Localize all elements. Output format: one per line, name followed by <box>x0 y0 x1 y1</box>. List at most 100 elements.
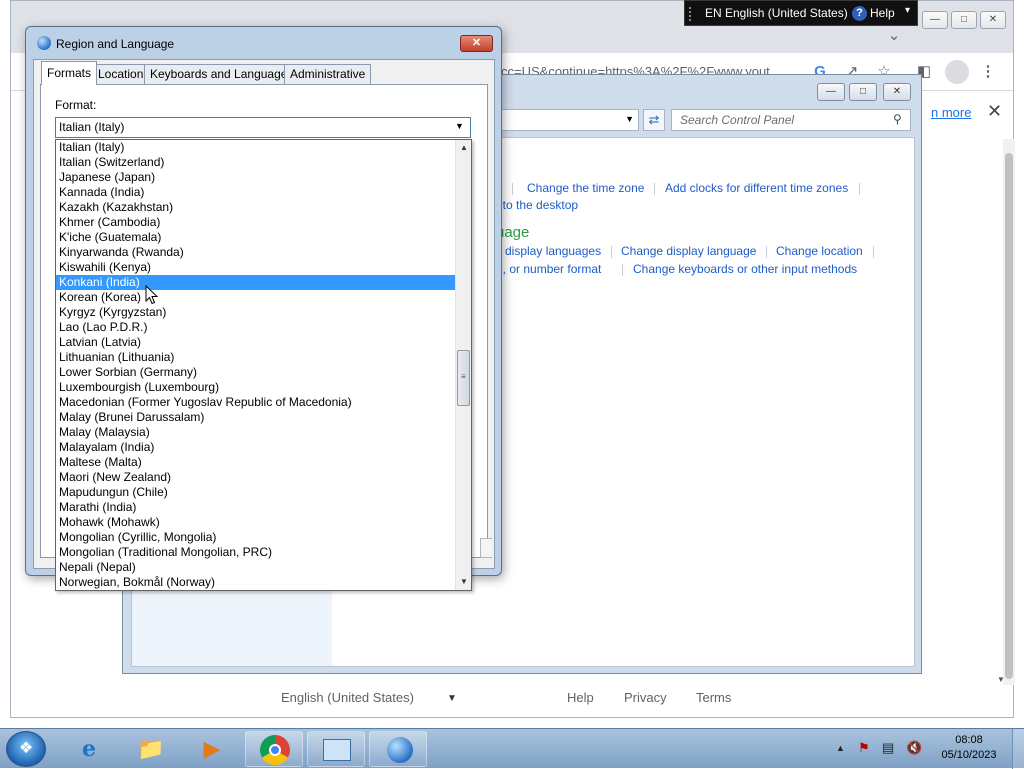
install-display-languages-link[interactable]: display languages <box>505 244 601 258</box>
input-language[interactable]: EN English (United States) <box>705 6 848 20</box>
format-option[interactable]: Mongolian (Cyrillic, Mongolia) <box>56 530 455 545</box>
format-option[interactable]: Kazakh (Kazakhstan) <box>56 200 455 215</box>
footer-help-link[interactable]: Help <box>567 690 594 705</box>
add-clocks-link[interactable]: Add clocks for different time zones <box>665 181 848 195</box>
show-hidden-icons[interactable]: ▲ <box>836 743 845 753</box>
chrome-window-controls: — □ ✕ <box>919 11 1006 29</box>
refresh-icon[interactable]: ⇄ <box>643 109 665 131</box>
network-icon[interactable]: ▤ <box>882 740 894 756</box>
format-option[interactable]: Konkani (India) <box>56 275 455 290</box>
format-option[interactable]: Malay (Brunei Darussalam) <box>56 410 455 425</box>
format-option[interactable]: Maltese (Malta) <box>56 455 455 470</box>
tab-keyboards-and-languages[interactable]: Keyboards and Languages <box>144 64 300 84</box>
chevron-down-icon[interactable]: ▼ <box>447 693 457 704</box>
minimize-button[interactable]: — <box>922 11 948 29</box>
taskbar-control-panel[interactable] <box>307 731 365 767</box>
dialog-title: Region and Language <box>56 37 175 51</box>
scroll-down-icon[interactable]: ▼ <box>456 574 472 590</box>
search-input[interactable]: Search Control Panel <box>671 109 911 131</box>
taskbar-media-player[interactable]: ▶ <box>183 731 241 767</box>
format-option[interactable]: Kannada (India) <box>56 185 455 200</box>
format-option[interactable]: Italian (Switzerland) <box>56 155 455 170</box>
tray-clock[interactable]: 08:08 05/10/2023 <box>938 733 1000 763</box>
learn-more-link[interactable]: n more <box>931 105 971 120</box>
format-option[interactable]: Italian (Italy) <box>56 140 455 155</box>
tab-formats[interactable]: Formats <box>41 61 98 85</box>
minimize-button[interactable]: — <box>817 83 845 101</box>
taskbar-region-language[interactable] <box>369 731 427 767</box>
chevron-down-icon[interactable]: ▼ <box>455 121 464 131</box>
format-option[interactable]: Luxembourgish (Luxembourg) <box>56 380 455 395</box>
format-option[interactable]: Maori (New Zealand) <box>56 470 455 485</box>
drag-handle[interactable] <box>689 7 697 21</box>
help-icon[interactable]: ? <box>852 6 867 21</box>
format-option[interactable]: Lao (Lao P.D.R.) <box>56 320 455 335</box>
folder-icon: 📁 <box>137 736 165 761</box>
chevron-down-icon[interactable]: ▾ <box>905 5 910 16</box>
tab-administrative[interactable]: Administrative <box>284 64 372 84</box>
format-select[interactable]: Italian (Italy) <box>55 117 471 138</box>
format-option[interactable]: Latvian (Latvia) <box>56 335 455 350</box>
scroll-down-icon[interactable]: ▼ <box>997 675 1005 684</box>
format-option[interactable]: Mohawk (Mohawk) <box>56 515 455 530</box>
change-keyboards-link[interactable]: Change keyboards or other input methods <box>633 262 857 276</box>
start-button[interactable]: ❖ <box>6 731 46 767</box>
taskbar-ie[interactable]: e <box>60 731 118 767</box>
dropdown-scrollbar[interactable]: ▲ ≡ ▼ <box>455 140 471 590</box>
format-option[interactable]: Nepali (Nepal) <box>56 560 455 575</box>
menu-icon[interactable]: ⋮ <box>977 61 999 83</box>
action-center-icon[interactable]: ⚑ <box>858 740 870 756</box>
format-option[interactable]: Marathi (India) <box>56 500 455 515</box>
close-icon[interactable]: ✕ <box>987 101 1002 122</box>
format-option[interactable]: Lower Sorbian (Germany) <box>56 365 455 380</box>
maximize-button[interactable]: □ <box>849 83 877 101</box>
change-date-format-link[interactable]: e, or number format <box>496 262 601 276</box>
footer-terms-link[interactable]: Terms <box>696 690 731 705</box>
separator <box>654 183 655 195</box>
format-option[interactable]: Japanese (Japan) <box>56 170 455 185</box>
separator <box>611 246 612 258</box>
avatar[interactable] <box>945 60 969 84</box>
volume-muted-icon[interactable]: 🔇 <box>906 740 922 756</box>
footer-language[interactable]: English (United States) <box>281 690 414 705</box>
close-button[interactable]: ✕ <box>460 35 493 52</box>
desktop-clock-link[interactable]: t to the desktop <box>496 198 578 212</box>
format-option[interactable]: Norwegian, Bokmål (Norway) <box>56 575 455 590</box>
dialog-button-partial[interactable] <box>480 538 492 558</box>
globe-icon <box>37 36 51 50</box>
maximize-button[interactable]: □ <box>951 11 977 29</box>
change-time-zone-link[interactable]: Change the time zone <box>527 181 644 195</box>
format-option[interactable]: Korean (Korea) <box>56 290 455 305</box>
format-option[interactable]: Malayalam (India) <box>56 440 455 455</box>
media-player-icon: ▶ <box>203 736 221 761</box>
format-option[interactable]: K'iche (Guatemala) <box>56 230 455 245</box>
format-dropdown-list[interactable]: Italian (Italy) Italian (Switzerland) Japa… <box>55 139 472 591</box>
scroll-up-icon[interactable]: ▲ <box>456 140 472 156</box>
tab-location[interactable]: Location <box>92 64 150 84</box>
format-option[interactable]: Khmer (Cambodia) <box>56 215 455 230</box>
footer-privacy-link[interactable]: Privacy <box>624 690 667 705</box>
format-option[interactable]: Lithuanian (Lithuania) <box>56 350 455 365</box>
format-option[interactable]: Mongolian (Traditional Mongolian, PRC) <box>56 545 455 560</box>
close-button[interactable]: ✕ <box>883 83 911 101</box>
format-option[interactable]: Kinyarwanda (Rwanda) <box>56 245 455 260</box>
change-location-link[interactable]: Change location <box>776 244 863 258</box>
format-option[interactable]: Mapudungun (Chile) <box>56 485 455 500</box>
format-option[interactable]: Kiswahili (Kenya) <box>56 260 455 275</box>
show-desktop-button[interactable] <box>1012 729 1024 769</box>
taskbar: ❖ e 📁 ▶ ▲ ⚑ ▤ 🔇 08:08 05/10/2023 <box>0 728 1024 769</box>
language-bar-help[interactable]: Help <box>870 6 895 20</box>
address-bar[interactable]: ▼ <box>501 109 639 131</box>
chevron-down-icon[interactable]: ⌄ <box>883 25 905 47</box>
close-button[interactable]: ✕ <box>980 11 1006 29</box>
change-display-language-link[interactable]: Change display language <box>621 244 756 258</box>
taskbar-explorer[interactable]: 📁 <box>122 731 180 767</box>
format-option[interactable]: Kyrgyz (Kyrgyzstan) <box>56 305 455 320</box>
format-option[interactable]: Macedonian (Former Yugoslav Republic of … <box>56 395 455 410</box>
format-option[interactable]: Malay (Malaysia) <box>56 425 455 440</box>
scrollbar-thumb[interactable] <box>1005 153 1013 679</box>
taskbar-chrome[interactable] <box>245 731 303 767</box>
search-icon[interactable]: ⚲ <box>893 112 902 126</box>
chevron-down-icon[interactable]: ▼ <box>625 114 634 124</box>
scrollbar-thumb[interactable]: ≡ <box>457 350 470 406</box>
